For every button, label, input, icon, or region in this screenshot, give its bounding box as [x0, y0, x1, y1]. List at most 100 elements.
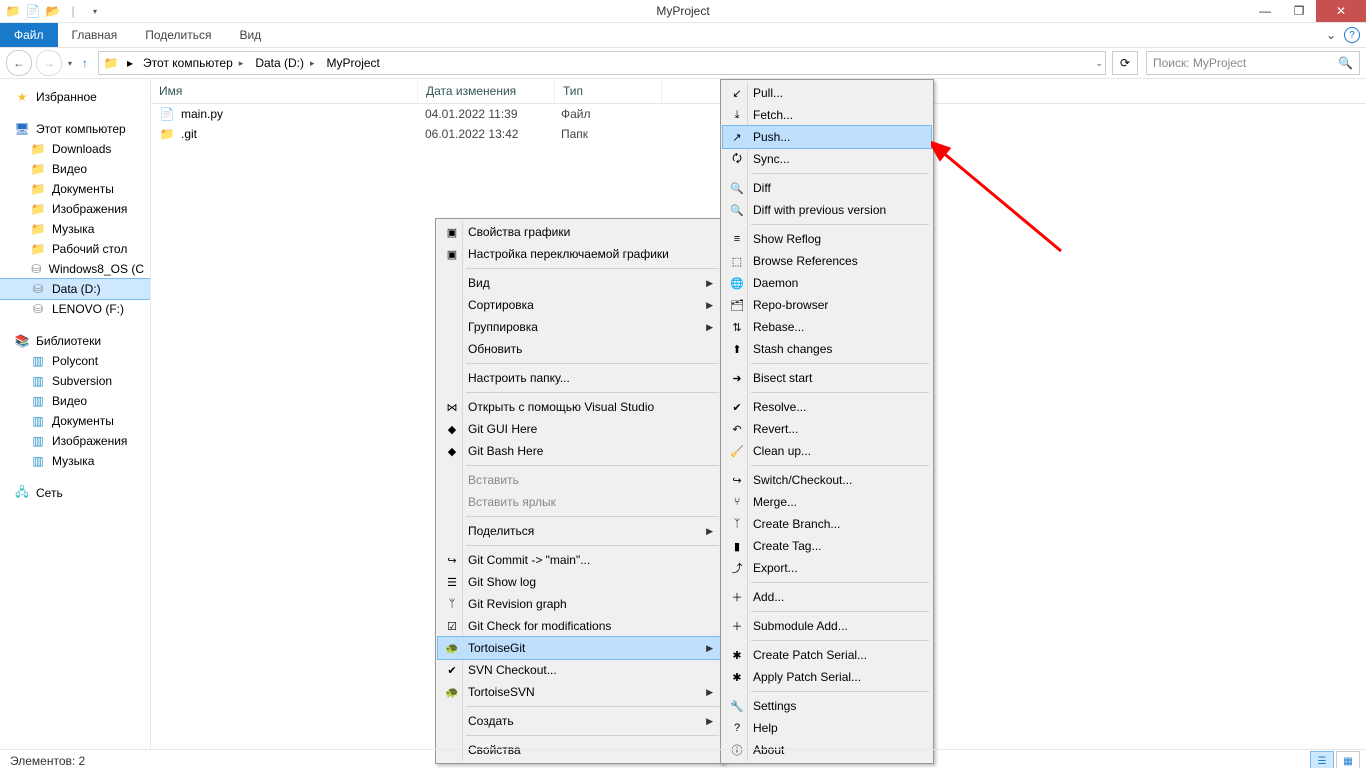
- qa-folder-icon[interactable]: 📁: [4, 2, 22, 20]
- menu-item[interactable]: ⇅Rebase...: [723, 316, 931, 338]
- menu-item[interactable]: ⬆Stash changes: [723, 338, 931, 360]
- sidebar-item-music[interactable]: 📁Музыка: [0, 219, 150, 239]
- menu-item[interactable]: 🔧Settings: [723, 695, 931, 717]
- breadcrumb-label: Этот компьютер: [143, 56, 233, 70]
- ribbon-tab-home[interactable]: Главная: [58, 23, 132, 47]
- sidebar-item-drive-f[interactable]: ⛁LENOVO (F:): [0, 299, 150, 319]
- qa-dropdown-icon[interactable]: ▾: [86, 2, 104, 20]
- menu-item[interactable]: ⤓Fetch...: [723, 104, 931, 126]
- breadcrumb-seg-0[interactable]: Этот компьютер▸: [137, 52, 249, 74]
- ribbon-tab-file[interactable]: Файл: [0, 23, 58, 47]
- menu-item[interactable]: 🐢TortoiseSVN▶: [438, 681, 721, 703]
- menu-item[interactable]: Создать▶: [438, 710, 721, 732]
- breadcrumb-seg-1[interactable]: Data (D:)▸: [249, 52, 320, 74]
- back-button[interactable]: ←: [6, 50, 32, 76]
- refresh-button[interactable]: ⟳: [1112, 51, 1138, 75]
- sidebar-this-pc[interactable]: 🖥Этот компьютер: [0, 119, 150, 139]
- sidebar-item-documents[interactable]: 📁Документы: [0, 179, 150, 199]
- maximize-button[interactable]: ❐: [1282, 0, 1316, 22]
- menu-item[interactable]: ✔SVN Checkout...: [438, 659, 721, 681]
- menu-item[interactable]: ✔Resolve...: [723, 396, 931, 418]
- menu-item[interactable]: ᛘGit Revision graph: [438, 593, 721, 615]
- menu-item[interactable]: ＋Add...: [723, 586, 931, 608]
- menu-item[interactable]: ⤴Export...: [723, 557, 931, 579]
- menu-item[interactable]: Обновить: [438, 338, 721, 360]
- menu-item[interactable]: ☰Git Show log: [438, 571, 721, 593]
- menu-item[interactable]: Поделиться▶: [438, 520, 721, 542]
- view-icons-button[interactable]: ▦: [1336, 751, 1360, 768]
- menu-item[interactable]: ᛉCreate Branch...: [723, 513, 931, 535]
- sidebar-favorites[interactable]: ★Избранное: [0, 87, 150, 107]
- sidebar-item-downloads[interactable]: 📁Downloads: [0, 139, 150, 159]
- menu-item[interactable]: ＋Submodule Add...: [723, 615, 931, 637]
- menu-item[interactable]: ↶Revert...: [723, 418, 931, 440]
- menu-item[interactable]: ↙Pull...: [723, 82, 931, 104]
- drive-icon: ⛁: [30, 301, 46, 317]
- menu-item[interactable]: ?Help: [723, 717, 931, 739]
- sidebar-item-video[interactable]: 📁Видео: [0, 159, 150, 179]
- menu-item[interactable]: ➜Bisect start: [723, 367, 931, 389]
- sidebar-item-images[interactable]: 📁Изображения: [0, 199, 150, 219]
- sidebar-item-lib-images[interactable]: ▥Изображения: [0, 431, 150, 451]
- up-button[interactable]: ↑: [76, 54, 94, 72]
- breadcrumb-seg-2[interactable]: MyProject: [321, 52, 386, 74]
- ribbon-collapse-icon[interactable]: ⌄: [1326, 28, 1336, 42]
- column-header-date[interactable]: Дата изменения: [418, 79, 555, 103]
- menu-item[interactable]: Настроить папку...: [438, 367, 721, 389]
- qa-new-icon[interactable]: 📄: [24, 2, 42, 20]
- menu-item[interactable]: Вид▶: [438, 272, 721, 294]
- qa-open-icon[interactable]: 📂: [44, 2, 62, 20]
- help-icon[interactable]: ?: [1344, 27, 1360, 43]
- sidebar-item-polycont[interactable]: ▥Polycont: [0, 351, 150, 371]
- sidebar-item-lib-video[interactable]: ▥Видео: [0, 391, 150, 411]
- menu-item[interactable]: Группировка▶: [438, 316, 721, 338]
- view-details-button[interactable]: ☰: [1310, 751, 1334, 768]
- sidebar-item-lib-music[interactable]: ▥Музыка: [0, 451, 150, 471]
- menu-item[interactable]: ⬚Browse References: [723, 250, 931, 272]
- sidebar-item-desktop[interactable]: 📁Рабочий стол: [0, 239, 150, 259]
- menu-item[interactable]: ◆Git GUI Here: [438, 418, 721, 440]
- menu-item[interactable]: ☑Git Check for modifications: [438, 615, 721, 637]
- menu-item[interactable]: ↗Push...: [723, 126, 931, 148]
- breadcrumb-dropdown-icon[interactable]: ⌄: [1095, 58, 1103, 69]
- menu-item[interactable]: ⑂Merge...: [723, 491, 931, 513]
- breadcrumb[interactable]: 📁 ▸ Этот компьютер▸ Data (D:)▸ MyProject…: [98, 51, 1106, 75]
- search-icon[interactable]: 🔍: [1338, 56, 1353, 70]
- menu-item[interactable]: Сортировка▶: [438, 294, 721, 316]
- menu-item[interactable]: ≡Show Reflog: [723, 228, 931, 250]
- menu-item[interactable]: 🔍Diff with previous version: [723, 199, 931, 221]
- menu-item[interactable]: 🌐Daemon: [723, 272, 931, 294]
- column-header-name[interactable]: Имя: [151, 79, 418, 103]
- ribbon-tab-share[interactable]: Поделиться: [131, 23, 225, 47]
- close-button[interactable]: ✕: [1316, 0, 1366, 22]
- menu-item[interactable]: ▣Свойства графики: [438, 221, 721, 243]
- sidebar: ★Избранное 🖥Этот компьютер 📁Downloads 📁В…: [0, 79, 151, 749]
- sidebar-item-subversion[interactable]: ▥Subversion: [0, 371, 150, 391]
- sidebar-libraries[interactable]: 📚Библиотеки: [0, 331, 150, 351]
- menu-item[interactable]: ↪Switch/Checkout...: [723, 469, 931, 491]
- menu-item[interactable]: ◆Git Bash Here: [438, 440, 721, 462]
- rebase-icon: ⇅: [729, 319, 745, 335]
- menu-item[interactable]: ✱Apply Patch Serial...: [723, 666, 931, 688]
- menu-item[interactable]: ↪Git Commit -> "main"...: [438, 549, 721, 571]
- sidebar-item-drive-d[interactable]: ⛁Data (D:): [0, 279, 150, 299]
- menu-item[interactable]: ▮Create Tag...: [723, 535, 931, 557]
- forward-button[interactable]: →: [36, 50, 62, 76]
- menu-item[interactable]: ⋈Открыть с помощью Visual Studio: [438, 396, 721, 418]
- column-header-type[interactable]: Тип: [555, 79, 662, 103]
- minimize-button[interactable]: —: [1248, 0, 1282, 22]
- menu-item[interactable]: 🧹Clean up...: [723, 440, 931, 462]
- menu-item[interactable]: 🗂Repo-browser: [723, 294, 931, 316]
- menu-item[interactable]: 🗘Sync...: [723, 148, 931, 170]
- sidebar-item-lib-documents[interactable]: ▥Документы: [0, 411, 150, 431]
- menu-item[interactable]: ▣Настройка переключаемой графики: [438, 243, 721, 265]
- menu-item[interactable]: ✱Create Patch Serial...: [723, 644, 931, 666]
- history-dropdown-icon[interactable]: ▾: [68, 59, 72, 68]
- sidebar-network[interactable]: 🖧Сеть: [0, 483, 150, 503]
- sidebar-item-drive-c[interactable]: ⛁Windows8_OS (C: [0, 259, 150, 279]
- ribbon-tab-view[interactable]: Вид: [225, 23, 275, 47]
- menu-item[interactable]: 🔍Diff: [723, 177, 931, 199]
- menu-item[interactable]: 🐢TortoiseGit▶: [438, 637, 721, 659]
- breadcrumb-root-chevron[interactable]: ▸: [127, 56, 133, 70]
- search-input[interactable]: Поиск: MyProject 🔍: [1146, 51, 1360, 75]
